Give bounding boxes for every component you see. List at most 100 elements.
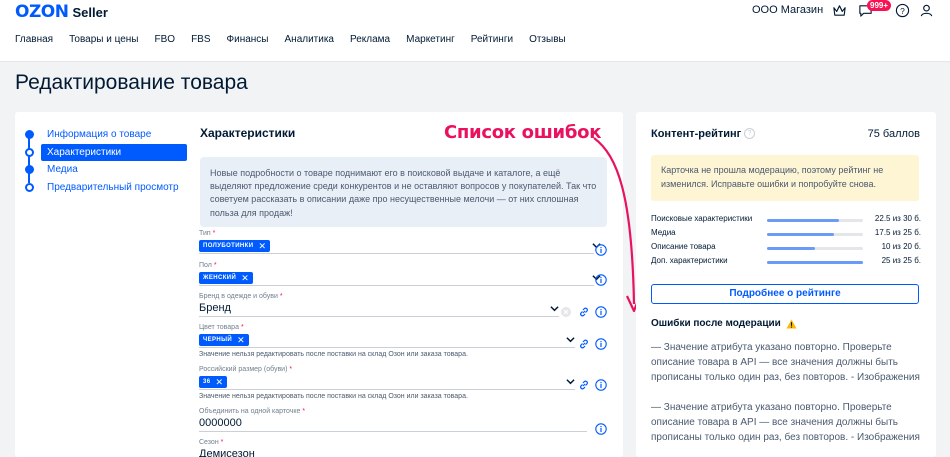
- season-select[interactable]: Демисезон: [199, 446, 587, 457]
- warning-icon: [786, 318, 797, 329]
- logo-text: OZON: [15, 2, 69, 22]
- nav-item-finance[interactable]: Финансы: [227, 34, 269, 45]
- clear-icon[interactable]: [560, 306, 572, 318]
- content-rating-title: Контент-рейтинг: [651, 128, 742, 140]
- metric-row: Поисковые характеристики 22.5 из 30 б.: [651, 214, 921, 227]
- step-characteristics[interactable]: Характеристики: [25, 143, 187, 161]
- nav-item-products[interactable]: Товары и цены: [69, 34, 138, 45]
- moderation-notice: Карточка не прошла модерацию, поэтому ре…: [651, 155, 919, 201]
- field-label: Бренд в одежде и обуви *: [199, 293, 283, 300]
- size-chip[interactable]: 36 ✕: [199, 376, 228, 388]
- svg-text:?: ?: [900, 6, 905, 16]
- chip-remove-icon[interactable]: ✕: [215, 377, 223, 388]
- step-info[interactable]: Информация о товаре: [25, 126, 187, 144]
- field-type: Тип * ПОЛУБОТИНКИ ✕: [199, 230, 601, 254]
- chevron-down-icon[interactable]: [566, 335, 575, 344]
- size-select[interactable]: 36 ✕: [199, 373, 575, 390]
- main-nav: Главная Товары и цены FBO FBS Финансы Ан…: [15, 34, 582, 45]
- field-helper-text: Значение нельзя редактировать после пост…: [199, 351, 468, 358]
- info-icon[interactable]: [595, 379, 607, 391]
- metric-bar-fill: [767, 247, 815, 250]
- metric-value: 17.5 из 25 б.: [874, 228, 921, 237]
- field-gender: Пол * ЖЕНСКИЙ ✕: [199, 262, 601, 286]
- step-label: Информация о товаре: [47, 129, 152, 141]
- field-color: Цвет товара * ЧЕРНЫЙ ✕ Значение нельзя ре…: [199, 324, 575, 358]
- metric-row: Описание товара 10 из 20 б.: [651, 242, 921, 255]
- metric-bar-fill: [767, 261, 863, 264]
- metric-bar-fill: [767, 219, 839, 222]
- chip-label: ЖЕНСКИЙ: [203, 275, 237, 281]
- step-dot: [25, 165, 34, 174]
- nav-item-analytics[interactable]: Аналитика: [285, 34, 335, 45]
- field-label: Объединить на одной карточке *: [199, 408, 306, 415]
- help-icon[interactable]: ?: [744, 128, 755, 139]
- link-icon[interactable]: [578, 338, 590, 350]
- metric-value: 25 из 25 б.: [881, 256, 921, 265]
- rating-details-button[interactable]: Подробнее о рейтинге: [651, 284, 919, 304]
- top-header: OZON Seller ООО Магазин 999+ ? Главная Т…: [0, 0, 950, 62]
- season-value: Демисезон: [199, 448, 255, 457]
- field-season: Сезон * Демисезон: [199, 439, 587, 457]
- nav-item-marketing[interactable]: Маркетинг: [406, 34, 455, 45]
- step-preview[interactable]: Предварительный просмотр: [25, 179, 187, 197]
- metric-bar: [767, 247, 863, 250]
- field-label: Цвет товара *: [199, 324, 244, 331]
- metric-bar: [767, 261, 863, 264]
- type-chip[interactable]: ПОЛУБОТИНКИ ✕: [199, 240, 271, 252]
- metric-bar: [767, 233, 863, 236]
- error-item: — Значение атрибута указано повторно. Пр…: [651, 342, 920, 383]
- field-size: Российский размер (обуви) * 36 ✕ Значение…: [199, 366, 575, 400]
- field-helper-text: Значение нельзя редактировать после пост…: [199, 393, 468, 400]
- nav-item-home[interactable]: Главная: [15, 34, 53, 45]
- brand-select[interactable]: Бренд: [199, 300, 559, 317]
- chip-remove-icon[interactable]: ✕: [258, 241, 266, 252]
- chip-label: ПОЛУБОТИНКИ: [203, 243, 254, 249]
- nav-item-ads[interactable]: Реклама: [350, 34, 390, 45]
- ozon-seller-logo[interactable]: OZON Seller: [15, 2, 108, 22]
- step-label: Предварительный просмотр: [47, 181, 179, 193]
- type-select[interactable]: ПОЛУБОТИНКИ ✕: [199, 237, 601, 254]
- chip-label: 36: [203, 379, 211, 385]
- link-icon[interactable]: [578, 306, 590, 318]
- color-select[interactable]: ЧЕРНЫЙ ✕: [199, 331, 575, 348]
- gender-select[interactable]: ЖЕНСКИЙ ✕: [199, 269, 601, 286]
- content-rating-score: 75 баллов: [867, 128, 920, 140]
- metric-name: Поисковые характеристики: [651, 214, 753, 223]
- user-icon[interactable]: [919, 3, 934, 18]
- field-label: Сезон *: [199, 439, 224, 446]
- crown-icon[interactable]: [832, 3, 847, 18]
- step-dot: [25, 182, 34, 192]
- chip-remove-icon[interactable]: ✕: [241, 273, 249, 284]
- nav-item-fbs[interactable]: FBS: [191, 34, 210, 45]
- nav-item-reviews[interactable]: Отзывы: [529, 34, 566, 45]
- metric-value: 22.5 из 30 б.: [874, 214, 921, 223]
- product-edit-card: Информация о товаре Характеристики Медиа…: [15, 112, 623, 457]
- chip-remove-icon[interactable]: ✕: [237, 335, 245, 346]
- metric-bar: [767, 219, 863, 222]
- metric-row: Доп. характеристики 25 из 25 б.: [651, 256, 921, 269]
- metric-name: Доп. характеристики: [651, 256, 728, 265]
- chevron-down-icon[interactable]: [566, 377, 575, 386]
- info-box: Новые подробности о товаре поднимают его…: [200, 157, 607, 227]
- page-title: Редактирование товара: [15, 71, 248, 94]
- step-label: Медиа: [47, 164, 78, 176]
- shop-name[interactable]: ООО Магазин: [752, 4, 823, 16]
- link-icon[interactable]: [578, 379, 590, 391]
- info-icon[interactable]: [595, 423, 607, 435]
- field-label: Российский размер (обуви) *: [199, 366, 293, 373]
- nav-item-fbo[interactable]: FBO: [155, 34, 176, 45]
- info-icon[interactable]: [595, 338, 607, 350]
- help-icon[interactable]: ?: [895, 3, 910, 18]
- content-rating-card: Контент-рейтинг ? 75 баллов Карточка не …: [636, 112, 936, 457]
- merge-input[interactable]: 0000000: [199, 415, 587, 432]
- step-media[interactable]: Медиа: [25, 161, 187, 179]
- nav-item-ratings[interactable]: Рейтинги: [471, 34, 513, 45]
- step-label: Характеристики: [47, 146, 122, 158]
- chip-label: ЧЕРНЫЙ: [203, 337, 233, 343]
- chevron-down-icon[interactable]: [550, 304, 559, 313]
- metric-name: Медиа: [651, 228, 676, 237]
- color-chip[interactable]: ЧЕРНЫЙ ✕: [199, 334, 250, 346]
- brand-value: Бренд: [199, 302, 231, 314]
- field-merge: Объединить на одной карточке * 0000000: [199, 408, 587, 432]
- gender-chip[interactable]: ЖЕНСКИЙ ✕: [199, 272, 254, 284]
